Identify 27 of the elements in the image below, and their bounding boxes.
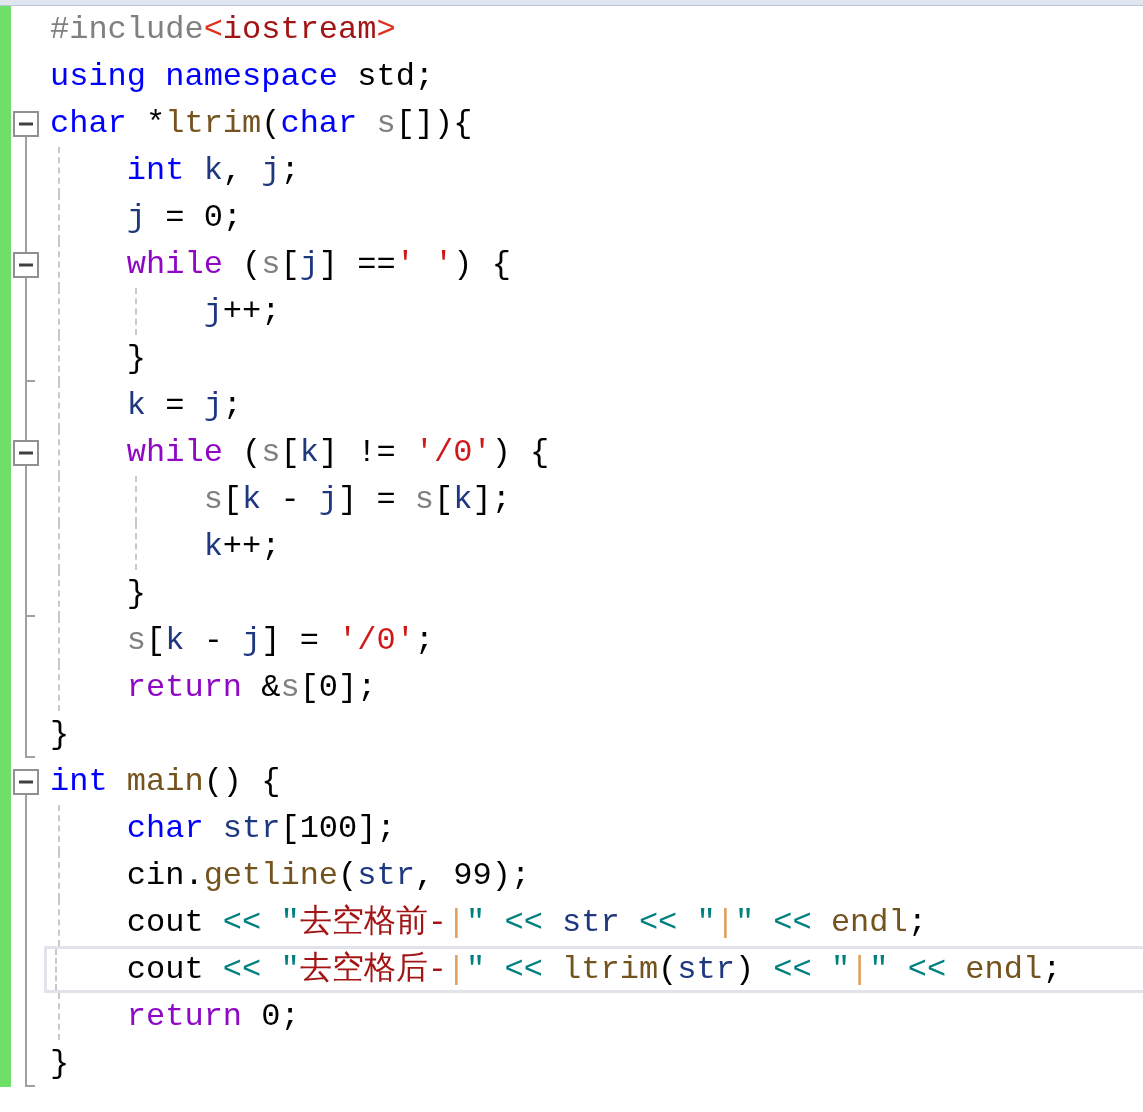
code-line: s[k - j] = '/0'; xyxy=(125,621,435,661)
code-line: } xyxy=(50,715,70,755)
code-line: #include<iostream> xyxy=(50,10,396,50)
code-line: } xyxy=(50,1044,70,1084)
code-line: cout << "去空格前-|" << str << "|" << endl; xyxy=(125,903,927,943)
code-line: int main() { xyxy=(50,762,281,802)
code-line: while (s[j] ==' ') { xyxy=(125,245,511,285)
collapse-icon[interactable] xyxy=(13,440,39,466)
code-line: j++; xyxy=(202,292,281,332)
collapse-icon[interactable] xyxy=(13,111,39,137)
code-line: k = j; xyxy=(125,386,243,426)
code-line: k++; xyxy=(202,527,281,567)
collapse-icon[interactable] xyxy=(13,769,39,795)
code-line: int k, j; xyxy=(125,151,300,191)
code-line: while (s[k] != '/0') { xyxy=(125,433,550,473)
collapse-icon[interactable] xyxy=(13,252,39,278)
code-line: using namespace std; xyxy=(50,57,435,97)
code-line: return &s[0]; xyxy=(125,668,377,708)
code-line: return 0; xyxy=(125,997,300,1037)
code-line: cin.getline(str, 99); xyxy=(125,856,531,896)
code-line: char *ltrim(char s[]){ xyxy=(50,104,473,144)
code-line: char str[100]; xyxy=(125,809,396,849)
code-line: j = 0; xyxy=(125,198,243,238)
code-line: cout << "去空格后-|" << ltrim(str) << "|" << endl; xyxy=(125,950,1062,990)
code-line: s[k - j] = s[k]; xyxy=(202,480,511,520)
code-line: } xyxy=(125,339,146,379)
code-line: } xyxy=(125,574,146,614)
